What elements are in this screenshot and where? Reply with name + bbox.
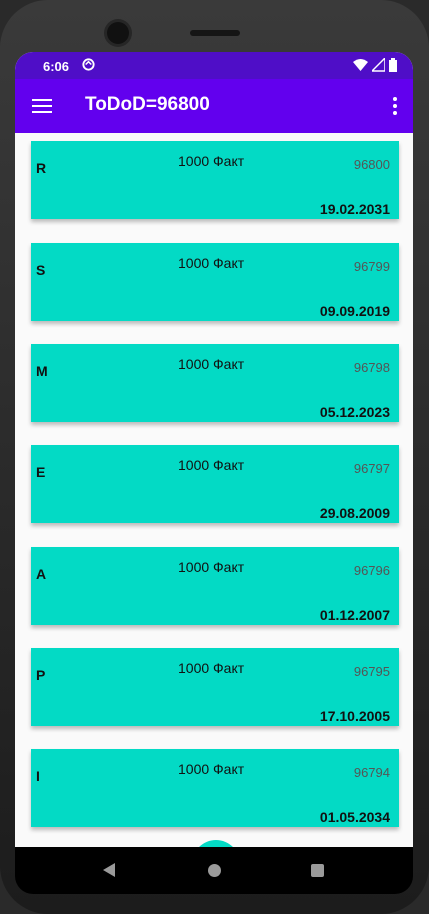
home-icon[interactable]: [208, 864, 221, 877]
item-date: 19.02.2031: [319, 201, 390, 217]
list-item[interactable]: P 1000 Факт 96795 17.10.2005: [31, 648, 399, 726]
item-date: 05.12.2023: [319, 404, 390, 420]
phone-frame: 6:06 ToDoD=96800 R 1000 Факт 96800 19.02…: [0, 0, 429, 914]
item-title: 1000 Факт: [178, 559, 245, 575]
more-vert-icon[interactable]: [389, 95, 401, 117]
earpiece-speaker: [190, 30, 240, 36]
item-letter: A: [36, 566, 47, 582]
back-icon[interactable]: [101, 862, 117, 878]
item-title: 1000 Факт: [178, 356, 245, 372]
navigation-bar: [15, 847, 413, 894]
todo-list[interactable]: R 1000 Факт 96800 19.02.2031 S 1000 Факт…: [15, 133, 413, 847]
item-title: 1000 Факт: [178, 153, 245, 169]
status-icons: [353, 58, 397, 72]
recents-icon[interactable]: [311, 864, 324, 877]
list-item[interactable]: E 1000 Факт 96797 29.08.2009: [31, 445, 399, 523]
item-title: 1000 Факт: [178, 761, 245, 777]
item-title: 1000 Факт: [178, 255, 245, 271]
item-id: 96797: [353, 461, 390, 476]
status-bar: 6:06: [15, 52, 413, 79]
list-item[interactable]: R 1000 Факт 96800 19.02.2031: [31, 141, 399, 219]
menu-icon[interactable]: [32, 96, 52, 116]
item-letter: S: [36, 262, 46, 278]
screen: 6:06 ToDoD=96800 R 1000 Факт 96800 19.02…: [15, 52, 413, 847]
item-title: 1000 Факт: [178, 457, 245, 473]
front-camera: [107, 22, 129, 44]
status-time: 6:06: [43, 59, 70, 74]
item-date: 29.08.2009: [319, 505, 390, 521]
item-letter: R: [36, 160, 47, 176]
list-item[interactable]: I 1000 Факт 96794 01.05.2034: [31, 749, 399, 827]
item-date: 01.12.2007: [319, 607, 390, 623]
item-id: 96799: [353, 259, 390, 274]
item-letter: P: [36, 667, 46, 683]
sync-icon: [82, 58, 95, 71]
item-id: 96800: [353, 157, 390, 172]
item-id: 96795: [353, 664, 390, 679]
item-date: 17.10.2005: [319, 708, 390, 724]
page-title: ToDoD=96800: [85, 94, 210, 115]
item-id: 96796: [353, 563, 390, 578]
item-id: 96794: [353, 765, 390, 780]
list-item[interactable]: A 1000 Факт 96796 01.12.2007: [31, 547, 399, 625]
item-id: 96798: [353, 360, 390, 375]
item-date: 01.05.2034: [319, 809, 390, 825]
item-title: 1000 Факт: [178, 660, 245, 676]
list-item[interactable]: M 1000 Факт 96798 05.12.2023: [31, 344, 399, 422]
item-date: 09.09.2019: [319, 303, 390, 319]
signal-icon: [372, 58, 385, 72]
wifi-icon: [353, 59, 368, 71]
item-letter: I: [36, 768, 40, 784]
item-letter: E: [36, 464, 46, 480]
item-letter: M: [36, 363, 48, 379]
battery-icon: [389, 58, 397, 72]
list-item[interactable]: S 1000 Факт 96799 09.09.2019: [31, 243, 399, 321]
app-bar: ToDoD=96800: [15, 79, 413, 133]
